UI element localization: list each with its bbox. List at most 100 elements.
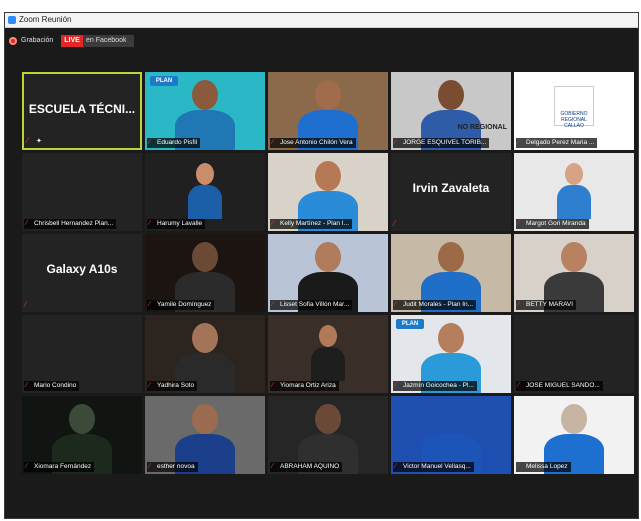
participant-name-label: ⁄ Chrisbell Hernandez Plan... bbox=[24, 219, 117, 229]
live-target[interactable]: en Facebook bbox=[83, 35, 134, 47]
participant-tile[interactable]: ESCUELA TÉCNI... ⁄ ✦ bbox=[22, 72, 142, 150]
participant-tile[interactable]: ⁄ esther novoa bbox=[145, 396, 265, 474]
participant-name: Yamile Domínguez bbox=[157, 301, 212, 308]
participant-name-label: ⁄ Yamile Domínguez bbox=[147, 300, 215, 310]
mic-muted-icon: ⁄ bbox=[26, 463, 28, 470]
participant-name: Jose Antonio Chilón Vera bbox=[280, 139, 353, 146]
participant-name-label: ⁄ Lisset Sofia Villón Mar... bbox=[270, 300, 353, 310]
participant-name: Kelly Martínez - Plan I... bbox=[280, 220, 349, 227]
mic-muted-icon: ⁄ bbox=[272, 301, 274, 308]
mic-muted-icon: ⁄ bbox=[149, 139, 151, 146]
participant-tile[interactable]: PLAN ⁄ Jazmín Goicochea - Pl... bbox=[391, 315, 511, 393]
participant-name-label: ⁄ ABRAHAM AQUINO bbox=[270, 462, 343, 472]
mic-muted-icon: ⁄ bbox=[272, 382, 274, 389]
mic-muted-icon: ⁄ bbox=[149, 220, 151, 227]
participant-tile[interactable]: ⁄ BETTY MARAVI bbox=[514, 234, 634, 312]
participant-head bbox=[561, 404, 587, 434]
live-badge[interactable]: LIVE bbox=[61, 35, 83, 47]
mic-muted-icon: ⁄ bbox=[395, 463, 397, 470]
participant-head bbox=[315, 242, 341, 272]
participant-name-label: ⁄ Eduardo Pisfil bbox=[147, 138, 201, 148]
participant-name: Eduardo Pisfil bbox=[157, 139, 198, 146]
mic-muted-icon: ⁄ bbox=[518, 220, 520, 227]
participant-head bbox=[561, 242, 587, 272]
participant-head bbox=[565, 163, 583, 185]
mic-muted-icon: ⁄ bbox=[395, 139, 397, 146]
mic-muted-icon: ⁄ bbox=[394, 219, 396, 228]
participant-tile[interactable]: ⁄ Xiomara Fernández bbox=[22, 396, 142, 474]
participant-tile[interactable]: ⁄ JOSE MIGUEL SANDO... bbox=[514, 315, 634, 393]
participant-name: Mario Condino bbox=[34, 382, 77, 389]
pin-icon[interactable]: ✦ bbox=[36, 137, 42, 145]
participant-name: ABRAHAM AQUINO bbox=[280, 463, 340, 470]
participant-tile[interactable]: GOBIERNO REGIONAL CALLAO ⁄ Delgado Perez M… bbox=[514, 72, 634, 150]
participant-name-label: ⁄ BETTY MARAVI bbox=[516, 300, 577, 310]
participant-body bbox=[311, 347, 345, 381]
participant-tile[interactable]: ⁄ Lisset Sofia Villón Mar... bbox=[268, 234, 388, 312]
participant-tile[interactable]: ⁄ Judit Morales - Plan In... bbox=[391, 234, 511, 312]
participant-display-name: Galaxy A10s bbox=[46, 262, 118, 276]
participant-name: Delgado Perez Maria ... bbox=[526, 139, 595, 146]
recording-label: Grabación bbox=[21, 37, 54, 44]
participant-name-label: ⁄ Yadhira Soto bbox=[147, 381, 198, 391]
participant-tile[interactable]: ⁄ Chrisbell Hernandez Plan... bbox=[22, 153, 142, 231]
participant-name-label: ⁄ Victor Manuel Vellasq... bbox=[393, 462, 474, 472]
participant-name-label: ⁄ Xiomara Fernández bbox=[24, 462, 95, 472]
participant-tile[interactable]: ⁄ Yiomara Ortiz Ariza bbox=[268, 315, 388, 393]
mic-muted-icon: ⁄ bbox=[26, 382, 28, 389]
participant-head bbox=[69, 404, 95, 434]
participant-tile[interactable]: NO REGIONAL ⁄ JORGE ESQUIVEL TORIB... bbox=[391, 72, 511, 150]
participant-head bbox=[196, 163, 214, 185]
participant-name: Jazmín Goicochea - Pl... bbox=[403, 382, 474, 389]
participant-tile[interactable]: PLAN ⁄ Eduardo Pisfil bbox=[145, 72, 265, 150]
mic-muted-icon: ⁄ bbox=[149, 382, 151, 389]
participant-name-label: ⁄ Margot Gori Miranda bbox=[516, 219, 589, 229]
participant-name: Melissa Lopez bbox=[526, 463, 568, 470]
participant-head bbox=[192, 80, 218, 110]
mic-muted-icon: ⁄ bbox=[272, 139, 274, 146]
participant-head bbox=[315, 80, 341, 110]
participant-tile[interactable]: ⁄ Harumy Lavalle bbox=[145, 153, 265, 231]
participant-head bbox=[315, 161, 341, 191]
participant-tile[interactable]: ⁄ Mario Condino bbox=[22, 315, 142, 393]
participant-head bbox=[192, 404, 218, 434]
participant-body bbox=[188, 185, 222, 219]
participant-head bbox=[192, 323, 218, 353]
mic-muted-icon: ⁄ bbox=[149, 301, 151, 308]
mic-muted-icon: ⁄ bbox=[518, 139, 520, 146]
mic-muted-icon: ⁄ bbox=[149, 463, 151, 470]
participant-tile[interactable]: ⁄ Yadhira Soto bbox=[145, 315, 265, 393]
participant-tile[interactable]: ⁄ Victor Manuel Vellasq... bbox=[391, 396, 511, 474]
participant-name-label: ⁄ Jazmín Goicochea - Pl... bbox=[393, 381, 477, 391]
mic-muted-icon: ⁄ bbox=[395, 301, 397, 308]
mic-muted-icon: ⁄ bbox=[272, 220, 274, 227]
participant-name-label: ⁄ Yiomara Ortiz Ariza bbox=[270, 381, 339, 391]
participant-head bbox=[438, 323, 464, 353]
participant-tile[interactable]: Irvin Zavaleta ⁄ bbox=[391, 153, 511, 231]
participant-name: BETTY MARAVI bbox=[526, 301, 574, 308]
gallery-grid: ESCUELA TÉCNI... ⁄ ✦ PLAN ⁄ Eduardo Pisfil ⁄ Jo… bbox=[22, 72, 634, 474]
participant-tile[interactable]: ⁄ Melissa Lopez bbox=[514, 396, 634, 474]
window-title: Zoom Reunión bbox=[19, 15, 72, 24]
participant-tile[interactable]: ⁄ Yamile Domínguez bbox=[145, 234, 265, 312]
participant-name: Chrisbell Hernandez Plan... bbox=[34, 220, 114, 227]
participant-tile[interactable]: ⁄ ABRAHAM AQUINO bbox=[268, 396, 388, 474]
record-icon bbox=[9, 37, 17, 45]
participant-name: Margot Gori Miranda bbox=[526, 220, 586, 227]
mic-muted-icon: ⁄ bbox=[518, 463, 520, 470]
participant-tile[interactable]: ⁄ Margot Gori Miranda bbox=[514, 153, 634, 231]
participant-head bbox=[319, 325, 337, 347]
participant-name: Yadhira Soto bbox=[157, 382, 195, 389]
participant-name-label: ⁄ esther novoa bbox=[147, 462, 198, 472]
participant-tile[interactable]: ⁄ Jose Antonio Chilón Vera bbox=[268, 72, 388, 150]
participant-tile[interactable]: Galaxy A10s ⁄ bbox=[22, 234, 142, 312]
mic-muted-icon: ⁄ bbox=[272, 463, 274, 470]
participant-tile[interactable]: ⁄ Kelly Martínez - Plan I... bbox=[268, 153, 388, 231]
participant-name: Judit Morales - Plan In... bbox=[403, 301, 474, 308]
participant-video bbox=[554, 163, 594, 219]
participant-head bbox=[438, 80, 464, 110]
participant-name: Lisset Sofia Villón Mar... bbox=[280, 301, 350, 308]
participant-name-label: ⁄ Judit Morales - Plan In... bbox=[393, 300, 477, 310]
mic-muted-icon: ⁄ bbox=[27, 136, 29, 145]
gobierno-regional-logo: GOBIERNO REGIONAL CALLAO bbox=[554, 86, 594, 129]
